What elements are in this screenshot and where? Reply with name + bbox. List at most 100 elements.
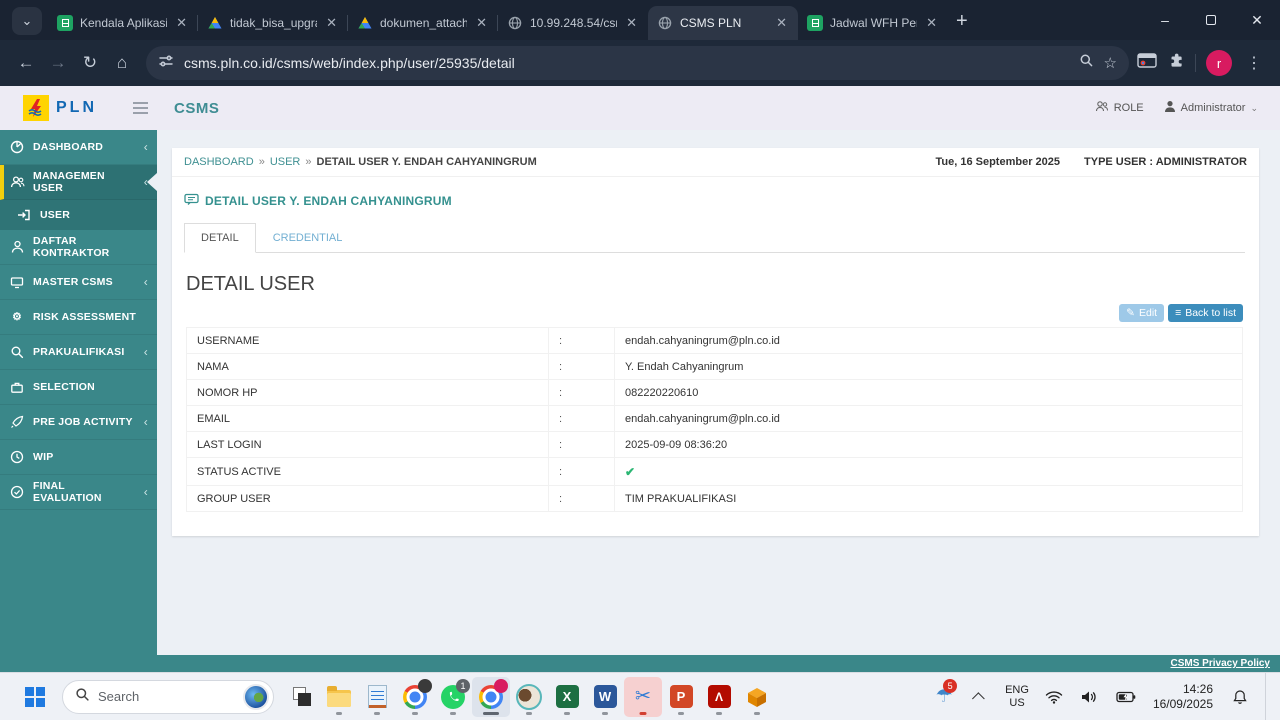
taskbar-search[interactable]: Search: [62, 679, 274, 714]
edit-button[interactable]: ✎ Edit: [1119, 304, 1165, 322]
site-info-icon[interactable]: [158, 53, 174, 74]
browser-tab-6[interactable]: Jadwal WFH Penge ✕: [798, 6, 948, 40]
search-highlight-earth-icon[interactable]: [243, 683, 269, 710]
tab-close-icon[interactable]: ✕: [774, 15, 789, 31]
extensions-puzzle-icon[interactable]: [1167, 52, 1185, 75]
tab-close-icon[interactable]: ✕: [624, 15, 639, 31]
tab-search-button[interactable]: ⌄: [12, 7, 42, 35]
tab-label: 10.99.248.54/csms: [530, 16, 617, 30]
restore-button[interactable]: [1188, 0, 1234, 40]
taskbar-clock[interactable]: 14:26 16/09/2025: [1147, 682, 1219, 712]
task-view-button[interactable]: [282, 677, 320, 717]
row-colon: :: [548, 327, 615, 354]
breadcrumb-user[interactable]: USER: [270, 156, 301, 168]
privacy-policy-link[interactable]: CSMS Privacy Policy: [1171, 658, 1271, 669]
minimize-button[interactable]: –: [1142, 0, 1188, 40]
profile-badge: [418, 678, 432, 693]
sidebar-item-label: FINAL EVALUATION: [33, 480, 102, 504]
user-menu[interactable]: Administrator ⌄: [1164, 100, 1258, 116]
address-bar[interactable]: csms.pln.co.id/csms/web/index.php/user/2…: [146, 46, 1129, 80]
battery-button[interactable]: [1111, 677, 1141, 717]
sidebar-item-risk-assessment[interactable]: ⚙ RISK ASSESSMENT: [0, 300, 157, 335]
check-circle-icon: [9, 485, 25, 499]
notepad-button[interactable]: [358, 677, 396, 717]
tray-expand-button[interactable]: [965, 677, 995, 717]
notification-center-button[interactable]: [1225, 677, 1255, 717]
wifi-icon: [1045, 690, 1063, 704]
sidebar-item-prakualifikasi[interactable]: PRAKUALIFIKASI ‹: [0, 335, 157, 370]
sidebar-item-daftar-kontraktor[interactable]: DAFTAR KONTRAKTOR: [0, 230, 157, 265]
tab-close-icon[interactable]: ✕: [474, 15, 489, 31]
volume-button[interactable]: [1075, 677, 1105, 717]
snipping-tool-button[interactable]: ✂: [624, 676, 662, 717]
tab-close-icon[interactable]: ✕: [924, 15, 939, 31]
tab-detail[interactable]: DETAIL: [184, 223, 256, 253]
briefcase-icon: [9, 381, 25, 394]
breadcrumb-separator: »: [305, 156, 312, 168]
chrome-profile1-button[interactable]: [396, 677, 434, 717]
powerpoint-button[interactable]: P: [662, 677, 700, 717]
browser-tab-3[interactable]: dokumen_attachm ✕: [347, 6, 498, 40]
wifi-button[interactable]: [1039, 677, 1069, 717]
app-title: CSMS: [174, 99, 220, 117]
forward-button[interactable]: →: [42, 47, 74, 79]
sidebar-item-managemen-user[interactable]: MANAGEMEN USER ‹: [0, 165, 157, 200]
sidebar-item-label: PRE JOB ACTIVITY: [33, 416, 133, 428]
side-panel-icon[interactable]: [1137, 52, 1157, 75]
pln-logo-icon: [23, 95, 49, 121]
bookmark-star-icon[interactable]: ☆: [1104, 54, 1117, 72]
sidebar-item-user[interactable]: USER: [0, 200, 157, 230]
reload-button[interactable]: ↻: [74, 47, 106, 79]
sidebar-item-wip[interactable]: WIP: [0, 440, 157, 475]
detail-table: USERNAME : endah.cahyaningrum@pln.co.id …: [186, 327, 1243, 512]
file-explorer-button[interactable]: [320, 677, 358, 717]
search-input[interactable]: Search: [98, 689, 235, 704]
sidebar-item-final-evaluation[interactable]: FINAL EVALUATION ‹: [0, 475, 157, 510]
close-button[interactable]: ✕: [1234, 0, 1280, 40]
notepad-icon: [367, 685, 387, 708]
tab-credential[interactable]: CREDENTIAL: [256, 223, 360, 253]
whatsapp-button[interactable]: 1: [434, 677, 472, 717]
pet-app-button[interactable]: [510, 677, 548, 717]
home-button[interactable]: ⌂: [106, 47, 138, 79]
sidebar-item-master-csms[interactable]: MASTER CSMS ‹: [0, 265, 157, 300]
browser-tab-active[interactable]: CSMS PLN ✕: [648, 6, 798, 40]
sidebar-item-pre-job-activity[interactable]: PRE JOB ACTIVITY ‹: [0, 405, 157, 440]
row-label: USERNAME: [186, 327, 549, 354]
table-row: STATUS ACTIVE : ✔: [186, 457, 1243, 486]
role-menu[interactable]: ROLE: [1095, 100, 1144, 116]
tab-label: dokumen_attachm: [380, 16, 468, 30]
browser-tab-2[interactable]: tidak_bisa_upgrad ✕: [197, 6, 348, 40]
acrobat-button[interactable]: Λ: [700, 677, 738, 717]
new-tab-button[interactable]: +: [956, 10, 968, 33]
teamviewer-umbrella-button[interactable]: ☂ 5: [929, 677, 959, 717]
back-to-list-button[interactable]: ≡ Back to list: [1168, 304, 1243, 322]
cube-app-button[interactable]: [738, 677, 776, 717]
word-button[interactable]: W: [586, 677, 624, 717]
sidebar-item-label: PRAKUALIFIKASI: [33, 346, 125, 358]
browser-tab-4[interactable]: 10.99.248.54/csms ✕: [497, 6, 648, 40]
url-text[interactable]: csms.pln.co.id/csms/web/index.php/user/2…: [184, 55, 1069, 71]
edit-button-label: Edit: [1138, 307, 1158, 319]
row-colon: :: [548, 379, 615, 406]
user-icon: [1164, 100, 1176, 116]
profile-avatar[interactable]: r: [1206, 50, 1232, 76]
browser-menu-icon[interactable]: ⋮: [1242, 53, 1266, 73]
excel-button[interactable]: X: [548, 677, 586, 717]
sidebar-item-dashboard[interactable]: DASHBOARD ‹: [0, 130, 157, 165]
tab-label: Kendala Aplikasi C: [80, 16, 168, 30]
show-desktop-button[interactable]: [1265, 672, 1270, 720]
sidebar-item-selection[interactable]: SELECTION: [0, 370, 157, 405]
chrome-active-button[interactable]: [472, 676, 510, 717]
sidebar-toggle-button[interactable]: [120, 102, 160, 114]
word-icon: W: [593, 685, 617, 708]
search-in-page-icon[interactable]: [1079, 53, 1094, 73]
browser-tab-1[interactable]: Kendala Aplikasi C ✕: [48, 6, 198, 40]
breadcrumb-dashboard[interactable]: DASHBOARD: [184, 156, 254, 168]
detail-user-heading: DETAIL USER: [186, 273, 315, 295]
language-switcher[interactable]: ENG US: [1001, 684, 1033, 709]
tab-close-icon[interactable]: ✕: [324, 15, 339, 31]
start-button[interactable]: [16, 677, 54, 717]
tab-close-icon[interactable]: ✕: [174, 15, 189, 31]
back-button[interactable]: ←: [10, 47, 42, 79]
